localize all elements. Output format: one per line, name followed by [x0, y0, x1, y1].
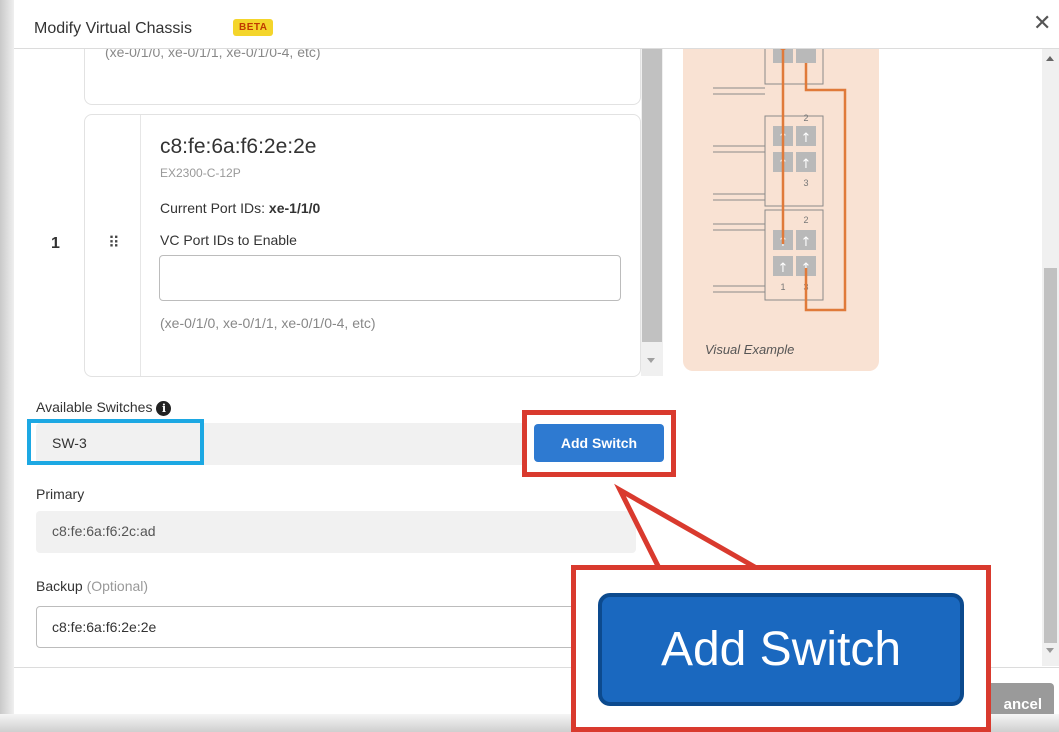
- zoomed-add-switch-button: Add Switch: [598, 593, 964, 706]
- screenshot-frame: (xe-0/1/0, xe-0/1/1, xe-0/1/0-4, etc) c8…: [0, 0, 1059, 732]
- zoom-callout: Add Switch: [571, 565, 991, 732]
